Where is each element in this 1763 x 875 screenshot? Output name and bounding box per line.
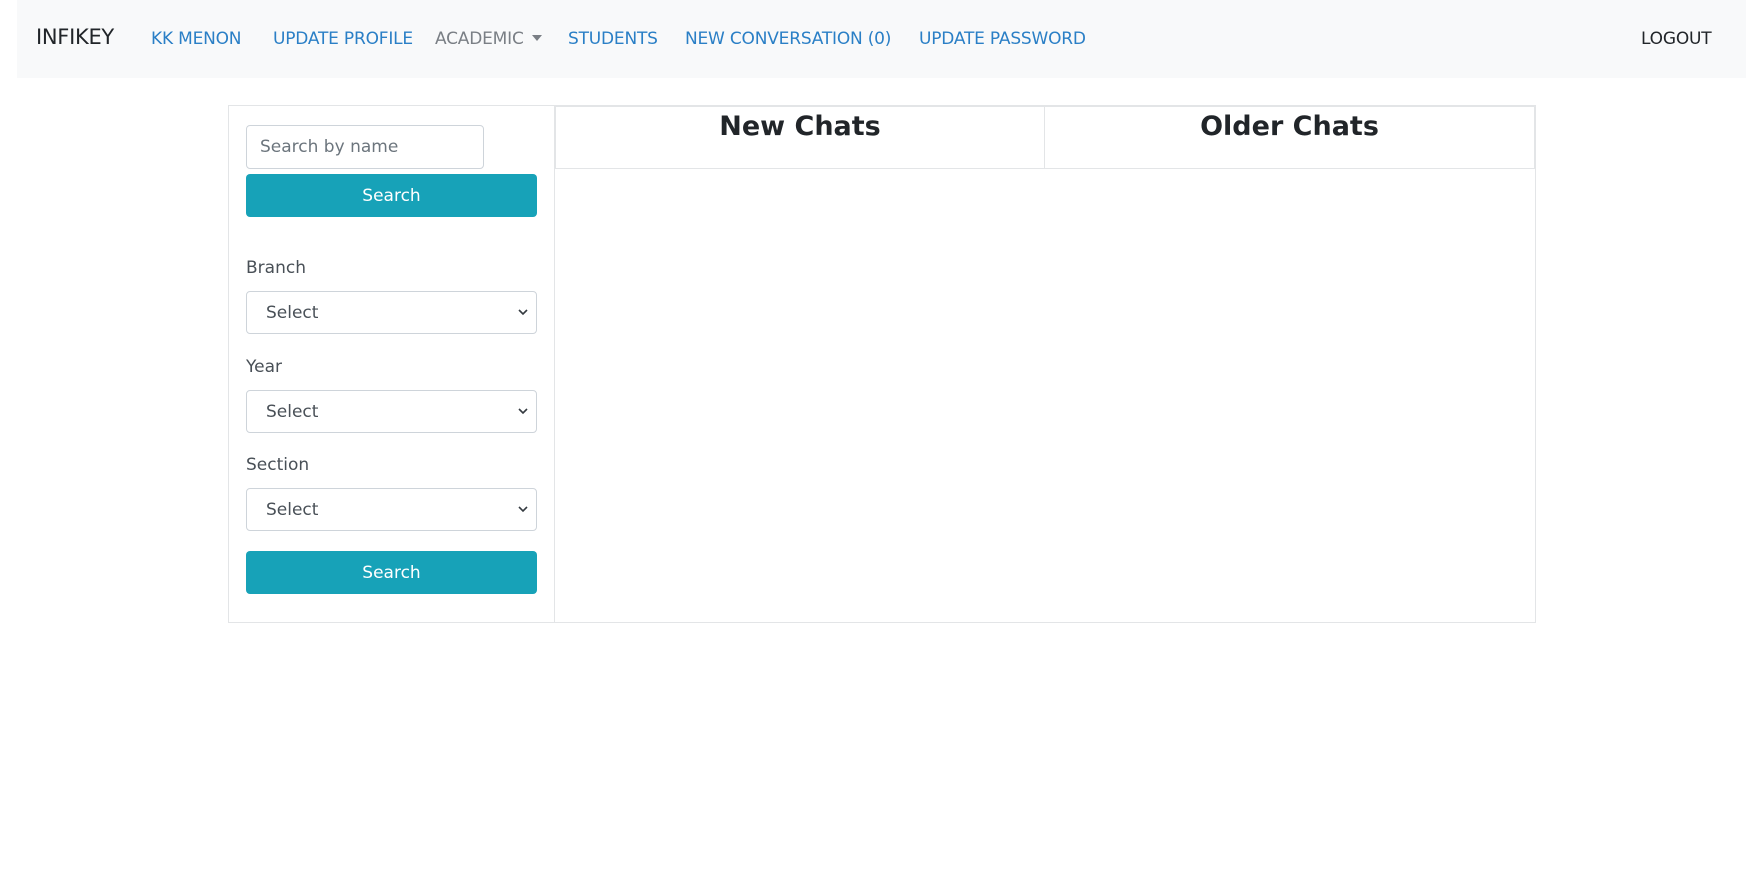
year-label: Year <box>246 357 282 377</box>
search-button[interactable]: Search <box>246 174 537 217</box>
year-select[interactable]: Select <box>246 390 537 433</box>
new-chats-header[interactable]: New Chats <box>555 106 1045 169</box>
branch-select[interactable]: Select <box>246 291 537 334</box>
top-navbar: INFIKEY KK MENON UPDATE PROFILE ACADEMIC… <box>17 0 1746 78</box>
older-chats-header[interactable]: Older Chats <box>1044 106 1535 169</box>
section-label: Section <box>246 455 310 475</box>
branch-label: Branch <box>246 258 306 278</box>
nav-user-name[interactable]: KK MENON <box>151 29 242 49</box>
nav-update-password[interactable]: UPDATE PASSWORD <box>919 29 1086 49</box>
section-select-value: Select <box>266 499 319 520</box>
nav-academic-dropdown[interactable]: ACADEMIC <box>435 29 542 49</box>
chevron-down-icon <box>518 506 528 513</box>
chats-area: New Chats Older Chats <box>555 106 1535 622</box>
nav-academic-label: ACADEMIC <box>435 29 524 49</box>
nav-new-conversation[interactable]: NEW CONVERSATION (0) <box>685 29 891 49</box>
branch-select-value: Select <box>266 302 319 323</box>
search-by-name-input[interactable] <box>246 125 484 169</box>
nav-students[interactable]: STUDENTS <box>568 29 658 49</box>
chat-panel: Search Branch Select Year Select Section… <box>228 105 1536 623</box>
caret-down-icon <box>531 35 542 41</box>
section-select[interactable]: Select <box>246 488 537 531</box>
brand-logo[interactable]: INFIKEY <box>36 25 114 49</box>
year-select-value: Select <box>266 401 319 422</box>
chevron-down-icon <box>518 408 528 415</box>
nav-update-profile[interactable]: UPDATE PROFILE <box>273 29 413 49</box>
filter-sidebar: Search Branch Select Year Select Section… <box>229 106 555 622</box>
filter-search-button[interactable]: Search <box>246 551 537 594</box>
chevron-down-icon <box>518 309 528 316</box>
nav-logout[interactable]: LOGOUT <box>1641 29 1712 49</box>
new-chats-title: New Chats <box>719 111 881 142</box>
older-chats-title: Older Chats <box>1200 111 1379 142</box>
